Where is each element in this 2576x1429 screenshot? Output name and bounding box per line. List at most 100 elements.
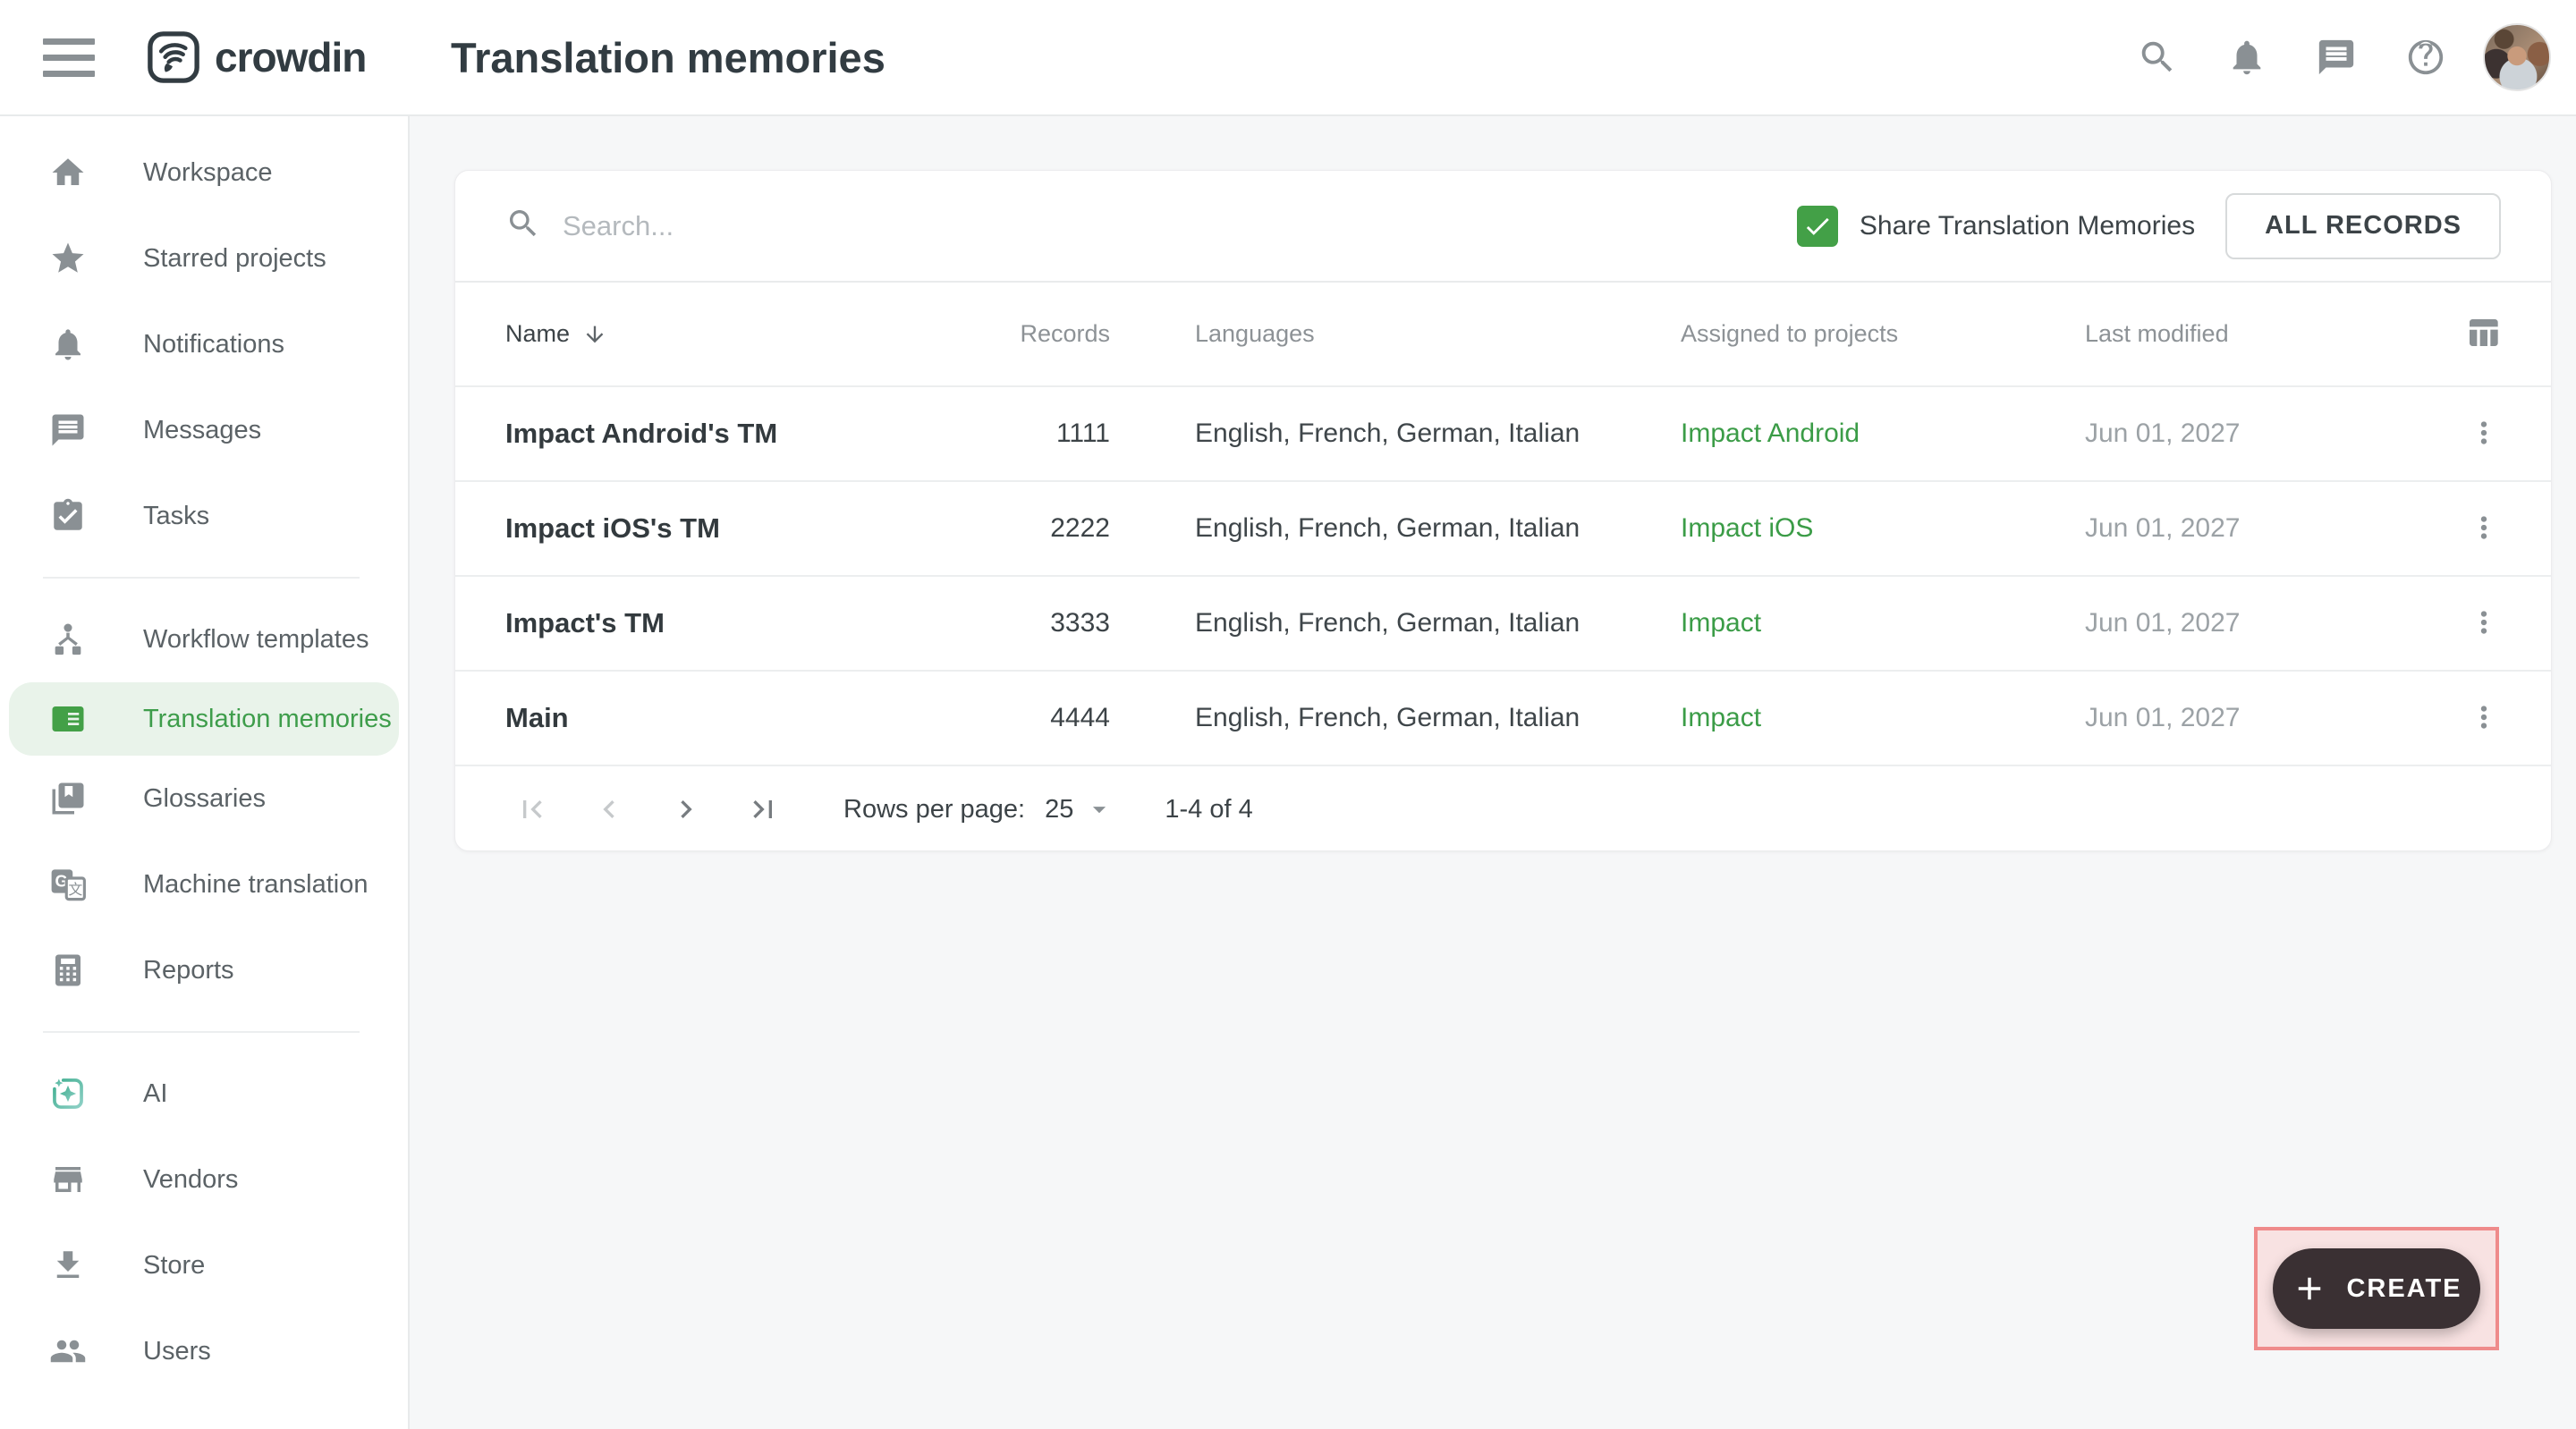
columns-settings-button[interactable] [2465, 315, 2501, 353]
sidebar-item-label: AI [143, 1079, 167, 1109]
kebab-menu-icon [2467, 511, 2501, 545]
sidebar-item-label: Starred projects [143, 244, 326, 274]
home-icon [49, 154, 87, 191]
project-link[interactable]: Impact iOS [1681, 513, 1813, 543]
translation-memories-card: Share Translation Memories ALL RECORDS N… [454, 170, 2552, 851]
search-icon [2137, 37, 2178, 78]
row-menu-button[interactable] [2467, 605, 2501, 642]
sidebar-item-glossaries[interactable]: Glossaries [0, 756, 408, 841]
row-menu-button[interactable] [2467, 416, 2501, 452]
help-icon [2405, 37, 2446, 78]
help-button[interactable] [2394, 25, 2458, 89]
sidebar-item-machine-translation[interactable]: G文 Machine translation [0, 841, 408, 927]
dropdown-arrow-icon [1084, 794, 1114, 824]
search-input[interactable] [563, 210, 1797, 242]
vendors-icon [49, 1161, 87, 1198]
table-row: Impact Android's TM 1111 English, French… [455, 385, 2551, 480]
ai-icon [49, 1075, 87, 1112]
crowdin-logo[interactable]: crowdin [145, 29, 366, 86]
share-translation-memories-toggle[interactable]: Share Translation Memories [1797, 206, 2195, 247]
messages-button[interactable] [2304, 25, 2368, 89]
bell-icon [49, 326, 87, 363]
row-menu-button[interactable] [2467, 700, 2501, 737]
create-button[interactable]: CREATE [2273, 1248, 2480, 1329]
plus-icon [2291, 1270, 2328, 1307]
menu-toggle-button[interactable] [43, 36, 98, 79]
sidebar-item-starred-projects[interactable]: Starred projects [0, 216, 408, 301]
tm-last-modified: Jun 01, 2027 [2085, 608, 2443, 638]
task-icon [49, 497, 87, 535]
sidebar-item-translation-memories[interactable]: Translation memories [9, 682, 399, 756]
tm-records: 1111 [1006, 419, 1110, 449]
all-records-button[interactable]: ALL RECORDS [2225, 193, 2501, 259]
tm-languages: English, French, German, Italian [1110, 419, 1681, 449]
sidebar-item-label: Glossaries [143, 784, 266, 814]
sidebar-item-vendors[interactable]: Vendors [0, 1137, 408, 1222]
sidebar-divider [43, 1031, 360, 1033]
avatar[interactable] [2483, 23, 2551, 91]
highlight-annotation: CREATE [2254, 1227, 2499, 1350]
tm-records: 3333 [1006, 608, 1110, 638]
tm-last-modified: Jun 01, 2027 [2085, 513, 2443, 544]
search-button[interactable] [2125, 25, 2190, 89]
tm-languages: English, French, German, Italian [1110, 608, 1681, 638]
glossary-icon [49, 780, 87, 817]
users-icon [49, 1332, 87, 1370]
sidebar-item-ai[interactable]: AI [0, 1051, 408, 1137]
tm-name-link[interactable]: Impact iOS's TM [505, 512, 1006, 545]
kebab-menu-icon [2467, 700, 2501, 734]
sort-descending-icon [582, 322, 607, 347]
sidebar-item-messages[interactable]: Messages [0, 387, 408, 473]
tm-name-link[interactable]: Impact's TM [505, 607, 1006, 639]
logo-text: crowdin [215, 33, 366, 81]
next-page-button[interactable] [659, 782, 713, 836]
sidebar-item-label: Messages [143, 416, 261, 445]
chevron-right-icon [668, 791, 704, 827]
page-title: Translation memories [451, 33, 886, 82]
tm-name-link[interactable]: Impact Android's TM [505, 418, 1006, 450]
kebab-menu-icon [2467, 605, 2501, 639]
rows-per-page-value: 25 [1045, 795, 1073, 824]
sidebar-item-store[interactable]: Store [0, 1222, 408, 1308]
tm-last-modified: Jun 01, 2027 [2085, 419, 2443, 449]
header-left: crowdin [0, 29, 410, 86]
rows-per-page-select[interactable]: 25 [1045, 794, 1114, 824]
project-link[interactable]: Impact [1681, 608, 1761, 638]
table-header-row: Name Records Languages Assigned to proje… [455, 283, 2551, 385]
pagination-range: 1-4 of 4 [1165, 795, 1252, 824]
workflow-icon [49, 621, 87, 658]
machine-translation-icon: G文 [49, 866, 87, 903]
checkbox-checked-icon[interactable] [1797, 206, 1838, 247]
sidebar-item-label: Tasks [143, 502, 209, 531]
tm-name-link[interactable]: Main [505, 702, 1006, 734]
search-icon [505, 206, 541, 246]
column-header-name[interactable]: Name [505, 320, 1006, 348]
store-icon [49, 1247, 87, 1284]
star-icon [49, 240, 87, 277]
first-page-button[interactable] [505, 782, 559, 836]
tm-records: 4444 [1006, 703, 1110, 733]
sidebar-item-workflow-templates[interactable]: Workflow templates [0, 596, 408, 682]
sidebar-item-label: Translation memories [143, 705, 392, 734]
table-columns-icon [2465, 315, 2501, 351]
sidebar-item-notifications[interactable]: Notifications [0, 301, 408, 387]
sidebar-item-reports[interactable]: Reports [0, 927, 408, 1013]
toolbar-row: Share Translation Memories ALL RECORDS [455, 171, 2551, 283]
notifications-button[interactable] [2215, 25, 2279, 89]
sidebar-item-users[interactable]: Users [0, 1308, 408, 1394]
project-link[interactable]: Impact [1681, 703, 1761, 732]
table-row: Main 4444 English, French, German, Itali… [455, 670, 2551, 765]
previous-page-button[interactable] [582, 782, 636, 836]
sidebar-item-label: Machine translation [143, 870, 368, 900]
share-label: Share Translation Memories [1860, 211, 2195, 241]
kebab-menu-icon [2467, 416, 2501, 450]
project-link[interactable]: Impact Android [1681, 419, 1860, 448]
svg-text:文: 文 [69, 882, 83, 898]
last-page-button[interactable] [736, 782, 790, 836]
row-menu-button[interactable] [2467, 511, 2501, 547]
sidebar-item-label: Notifications [143, 330, 284, 359]
sidebar-item-workspace[interactable]: Workspace [0, 130, 408, 216]
sidebar-item-tasks[interactable]: Tasks [0, 473, 408, 559]
sidebar-item-label: Store [143, 1251, 205, 1281]
tm-records: 2222 [1006, 513, 1110, 544]
